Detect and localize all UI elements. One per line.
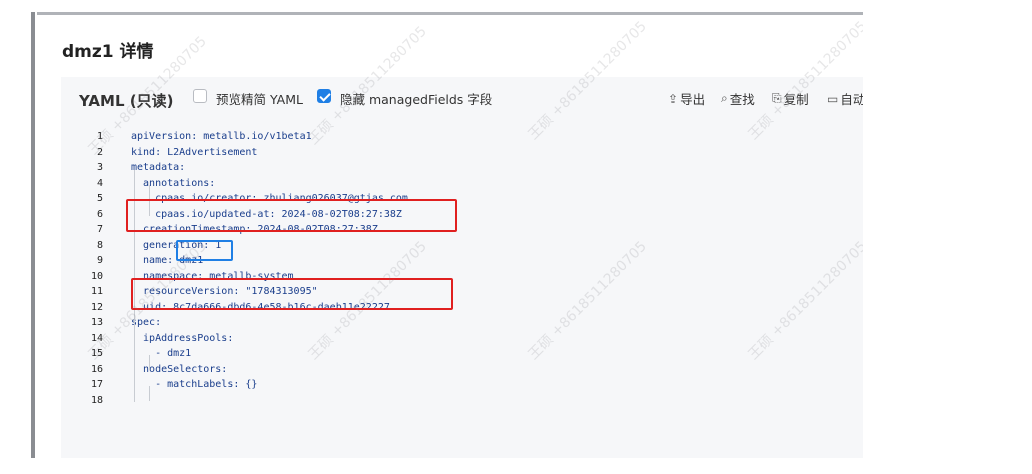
yaml-editor[interactable]: 1 apiVersion: metallb.io/v1beta1 2 kind: L2… — [61, 123, 863, 458]
code-line: 18 — [61, 393, 863, 409]
yaml-readonly-label: YAML (只读) — [79, 92, 174, 110]
code-line: 16 nodeSelectors: — [61, 362, 863, 378]
code-text: spec: — [131, 317, 162, 328]
preview-yaml-checkbox[interactable] — [193, 89, 207, 103]
search-icon: ⌕ — [721, 91, 728, 105]
code-line: 17 - matchLabels: {} — [61, 377, 863, 393]
line-number: 15 — [90, 348, 103, 359]
yaml-panel: YAML (只读) 预览精简 YAML 隐藏 managedFields 字段 … — [61, 77, 863, 458]
search-button[interactable]: ⌕ 查找 — [721, 89, 755, 108]
auto-wrap-button[interactable]: ▭ 自动 — [827, 89, 863, 108]
code-line: 13 spec: — [61, 315, 863, 331]
preview-yaml-label[interactable]: 预览精简 YAML — [216, 89, 303, 108]
code-line: 2 kind: L2Advertisement — [61, 145, 863, 161]
highlight-box-name — [176, 240, 233, 261]
line-number: 18 — [90, 394, 103, 406]
indent-guide — [134, 169, 135, 340]
line-number: 3 — [96, 162, 103, 173]
code-text: nodeSelectors: — [131, 363, 228, 375]
background-page-edge — [0, 0, 35, 474]
line-number: 9 — [96, 255, 103, 266]
auto-label: 自动 — [840, 92, 863, 107]
line-number: 13 — [90, 317, 103, 328]
hide-managed-fields-checkbox[interactable] — [317, 89, 331, 103]
line-number: 16 — [90, 363, 103, 375]
line-number: 4 — [96, 177, 103, 189]
line-number: 1 — [96, 131, 103, 142]
code-text: kind: L2Advertisement — [131, 146, 258, 158]
line-number: 10 — [90, 270, 103, 282]
line-number: 12 — [90, 301, 103, 313]
line-number: 8 — [96, 239, 103, 251]
monitor-icon: ▭ — [827, 91, 839, 106]
line-number: 5 — [96, 193, 103, 204]
page-divider — [31, 12, 35, 458]
line-number: 17 — [90, 379, 103, 390]
highlight-box-timestamps — [126, 199, 457, 232]
line-number: 14 — [90, 332, 103, 344]
copy-button[interactable]: ⎘ 复制 — [772, 89, 809, 108]
code-text: ipAddressPools: — [131, 332, 234, 344]
line-number: 7 — [96, 224, 103, 235]
code-line: 3 metadata: — [61, 160, 863, 176]
indent-guide — [149, 386, 150, 401]
modal-title: dmz1 详情 — [62, 42, 154, 62]
code-line: 4 annotations: — [61, 176, 863, 192]
line-number: 2 — [96, 146, 103, 158]
export-label: 导出 — [680, 92, 706, 107]
indent-guide — [134, 340, 135, 402]
copy-icon: ⎘ — [772, 91, 782, 105]
copy-label: 复制 — [783, 92, 809, 107]
yaml-toolbar: YAML (只读) 预览精简 YAML 隐藏 managedFields 字段 … — [61, 77, 863, 121]
hide-managed-fields-label[interactable]: 隐藏 managedFields 字段 — [340, 89, 492, 108]
code-line: 15 - dmz1 — [61, 346, 863, 362]
line-number: 6 — [96, 208, 103, 220]
line-number: 11 — [90, 286, 103, 297]
code-text: apiVersion: metallb.io/v1beta1 — [131, 131, 312, 142]
indent-guide — [149, 355, 150, 370]
code-text: metadata: — [131, 162, 186, 173]
detail-modal: dmz1 详情 YAML (只读) 预览精简 YAML 隐藏 managedFi… — [37, 12, 863, 458]
export-icon: ⇪ — [668, 91, 679, 106]
code-text: annotations: — [131, 177, 216, 189]
highlight-box-resource-uid — [131, 278, 453, 310]
code-line: 1 apiVersion: metallb.io/v1beta1 — [61, 129, 863, 145]
export-button[interactable]: ⇪ 导出 — [668, 89, 705, 108]
search-label: 查找 — [729, 92, 755, 107]
code-text: - dmz1 — [131, 348, 192, 359]
code-line: 14 ipAddressPools: — [61, 331, 863, 347]
